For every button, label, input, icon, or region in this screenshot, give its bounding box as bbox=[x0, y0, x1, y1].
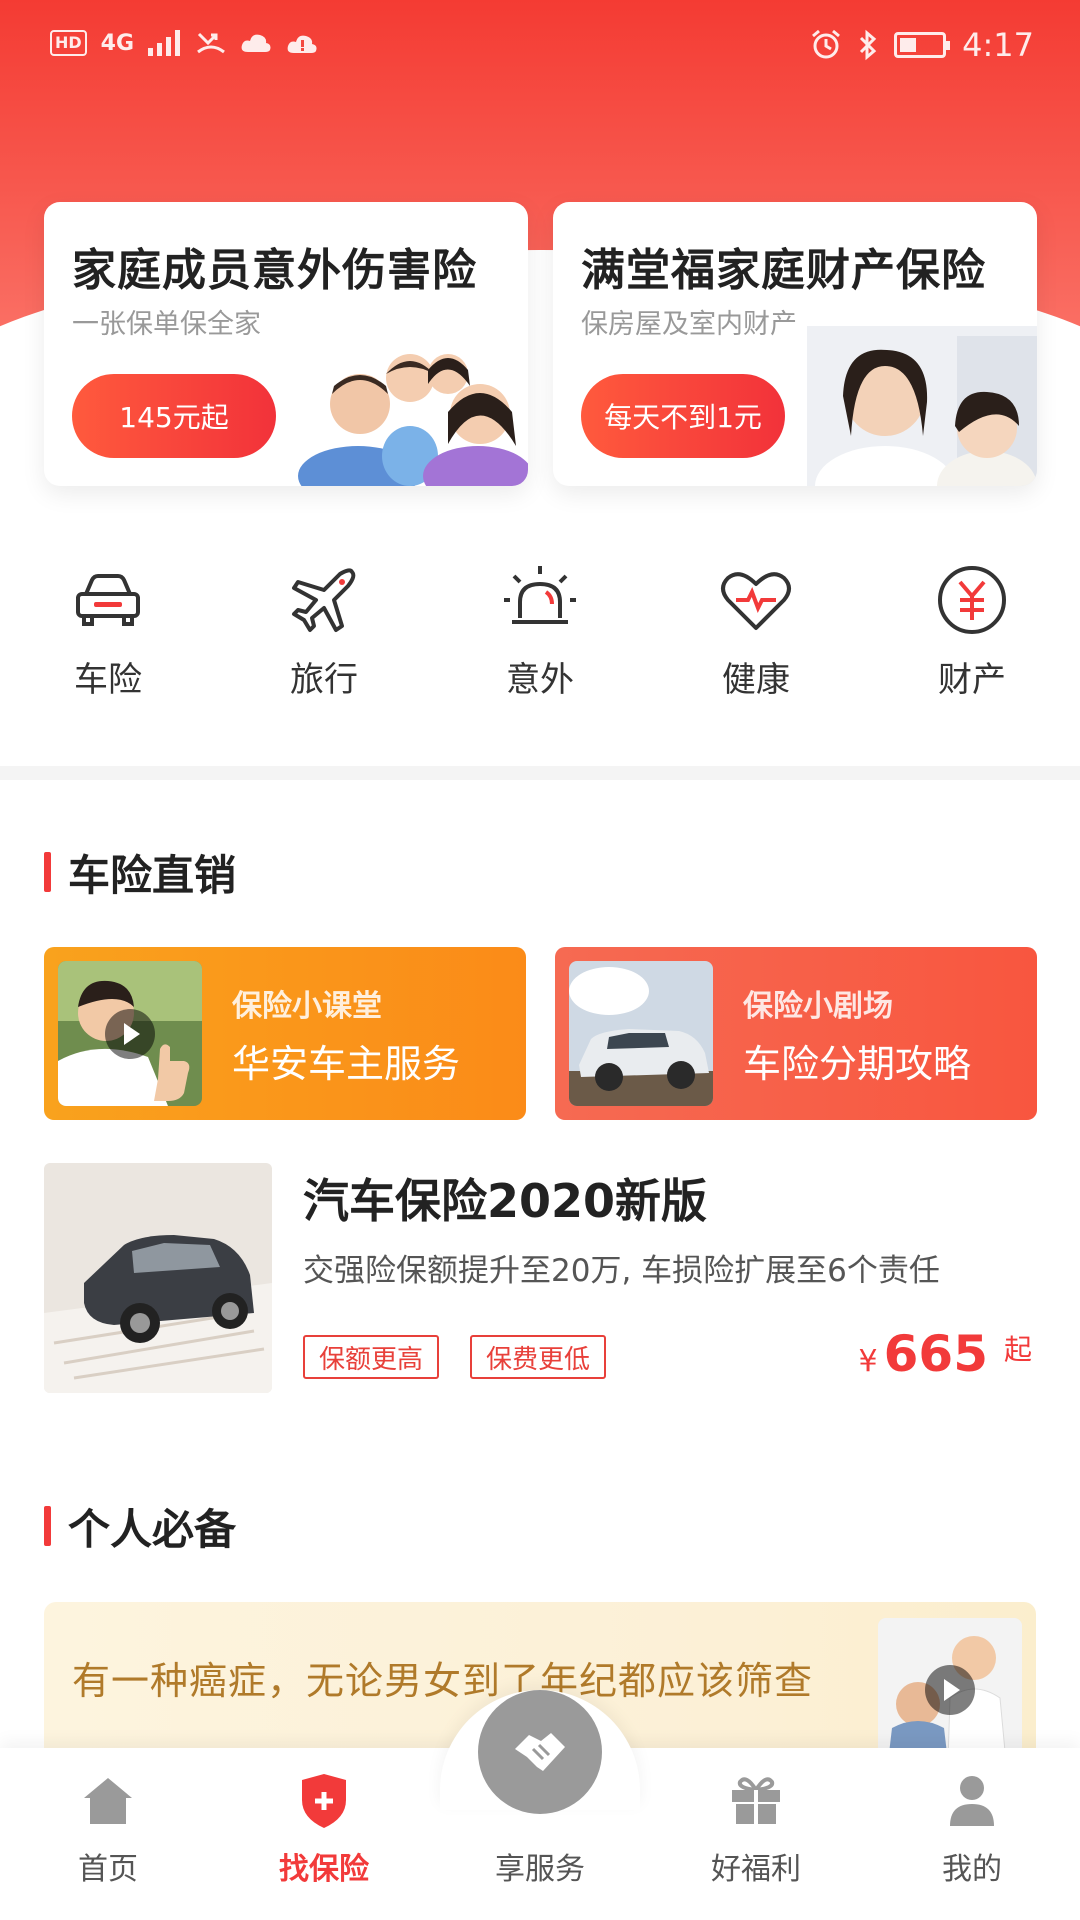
cloud-icon bbox=[241, 34, 271, 52]
status-right: 4:17 bbox=[810, 26, 1034, 64]
alarm-icon bbox=[812, 29, 841, 59]
status-time: 4:17 bbox=[962, 26, 1034, 64]
nav-service-button[interactable] bbox=[478, 1690, 602, 1814]
play-icon bbox=[105, 1008, 155, 1059]
promo-subtitle: 保房屋及室内财产 bbox=[581, 309, 797, 340]
price-value: 665 bbox=[883, 1325, 988, 1383]
status-bar: HD 4G 4:17 bbox=[0, 0, 1080, 100]
section-title-personal: 个人必备 bbox=[44, 1496, 236, 1557]
nav-label: 好福利 bbox=[711, 1852, 801, 1887]
category-accident[interactable]: 意外 bbox=[432, 560, 648, 701]
nav-label: 首页 bbox=[78, 1852, 138, 1887]
bluetooth-icon bbox=[860, 29, 877, 61]
category-label: 旅行 bbox=[290, 660, 358, 700]
product-price: ¥ 665 起 bbox=[859, 1325, 1032, 1383]
nav-benefits[interactable]: 好福利 bbox=[648, 1770, 864, 1888]
yuan-icon bbox=[938, 566, 1006, 634]
signal-icon bbox=[148, 30, 181, 56]
nav-find-insurance[interactable]: 找保险 bbox=[216, 1770, 432, 1888]
video-thumbnail bbox=[878, 1618, 1022, 1762]
play-icon bbox=[925, 1665, 975, 1715]
heart-pulse-icon bbox=[721, 572, 791, 630]
section-title-car: 车险直销 bbox=[44, 842, 236, 903]
banner-text: 有一种癌症，无论男女到了年纪都应该筛查 bbox=[72, 1659, 814, 1703]
nav-label: 我的 bbox=[942, 1852, 1002, 1887]
product-tag: 保费更低 bbox=[470, 1335, 607, 1379]
video-tag: 保险小课堂 bbox=[232, 989, 382, 1024]
promo-card-home-property[interactable]: 满堂福家庭财产保险 保房屋及室内财产 每天不到1元 bbox=[553, 202, 1037, 486]
category-property[interactable]: 财产 bbox=[864, 560, 1080, 701]
price-suffix: 起 bbox=[1003, 1333, 1032, 1366]
promo-title: 满堂福家庭财产保险 bbox=[581, 245, 986, 296]
video-title: 华安车主服务 bbox=[232, 1042, 461, 1086]
cloud-alert-icon bbox=[287, 35, 317, 53]
promo-price-button[interactable]: 145元起 bbox=[72, 374, 276, 458]
promo-card-family-accident[interactable]: 家庭成员意外伤害险 一张保单保全家 145元起 bbox=[44, 202, 528, 486]
nav-label: 找保险 bbox=[279, 1852, 369, 1887]
battery-icon bbox=[894, 32, 951, 58]
product-tag: 保额更高 bbox=[303, 1335, 440, 1379]
category-label: 车险 bbox=[74, 660, 142, 700]
shield-plus-icon bbox=[302, 1774, 346, 1828]
family-photo bbox=[298, 326, 528, 486]
video-card-course[interactable]: 保险小课堂 华安车主服务 bbox=[44, 947, 526, 1120]
promo-price-button[interactable]: 每天不到1元 bbox=[581, 374, 785, 458]
category-car[interactable]: 车险 bbox=[0, 560, 216, 701]
nav-label: 享服务 bbox=[495, 1852, 585, 1887]
promo-title: 家庭成员意外伤害险 bbox=[72, 245, 477, 296]
video-card-theater[interactable]: 保险小剧场 车险分期攻略 bbox=[555, 947, 1037, 1120]
product-image bbox=[44, 1163, 272, 1393]
user-icon bbox=[950, 1776, 994, 1826]
category-label: 健康 bbox=[722, 660, 790, 700]
hd-icon: HD bbox=[50, 30, 87, 56]
product-title[interactable]: 汽车保险2020新版 bbox=[303, 1165, 707, 1231]
network-label: 4G bbox=[100, 30, 135, 56]
video-tag: 保险小剧场 bbox=[743, 989, 893, 1024]
category-label: 意外 bbox=[506, 660, 574, 700]
mother-child-photo bbox=[807, 326, 1037, 486]
home-icon bbox=[84, 1778, 132, 1824]
handshake-icon bbox=[515, 1733, 565, 1771]
promo-subtitle: 一张保单保全家 bbox=[72, 309, 261, 340]
car-icon bbox=[76, 574, 140, 626]
category-row: 车险 旅行 意外 健康 财产 bbox=[0, 560, 1080, 730]
category-travel[interactable]: 旅行 bbox=[216, 560, 432, 701]
airplane-icon bbox=[292, 568, 356, 632]
nav-home[interactable]: 首页 bbox=[0, 1770, 216, 1888]
status-left: HD 4G bbox=[50, 30, 318, 56]
video-thumbnail bbox=[58, 961, 202, 1106]
suv-image bbox=[569, 961, 713, 1106]
missed-call-icon bbox=[197, 32, 225, 54]
price-currency: ¥ bbox=[858, 1344, 878, 1379]
alarm-light-icon bbox=[504, 566, 576, 624]
nav-service[interactable]: 享服务 bbox=[432, 1830, 648, 1888]
category-label: 财产 bbox=[938, 660, 1006, 700]
nav-profile[interactable]: 我的 bbox=[864, 1770, 1080, 1888]
product-description: 交强险保额提升至20万, 车损险扩展至6个责任 bbox=[303, 1253, 940, 1289]
category-health[interactable]: 健康 bbox=[648, 560, 864, 701]
video-thumbnail bbox=[569, 961, 713, 1106]
video-title: 车险分期攻略 bbox=[743, 1042, 972, 1086]
section-divider bbox=[0, 766, 1080, 780]
gift-icon bbox=[732, 1777, 780, 1824]
